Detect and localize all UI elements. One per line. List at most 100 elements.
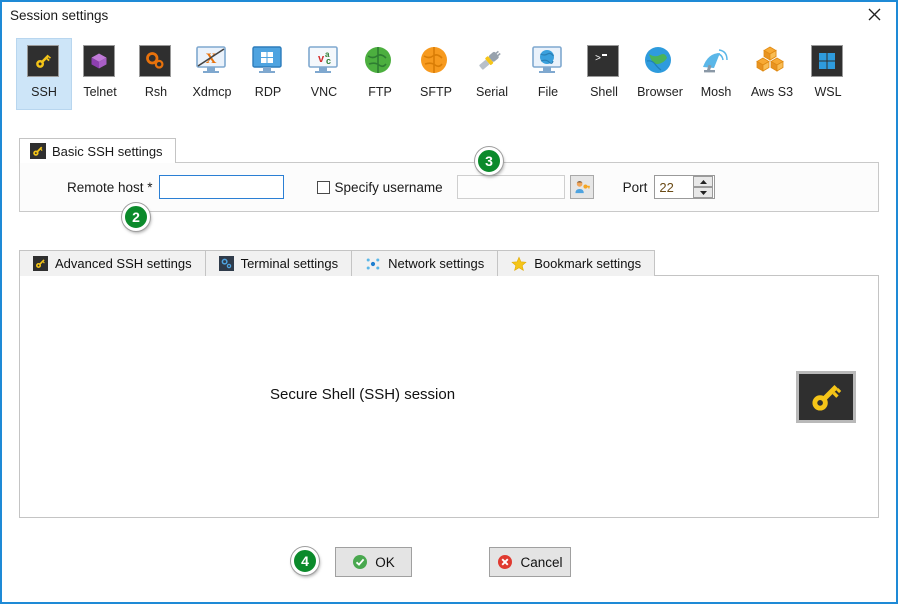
ftp-globe-icon: [363, 45, 397, 79]
caret-up-icon: [699, 179, 707, 184]
tab-label: Bookmark settings: [534, 256, 642, 271]
specify-username-label: Specify username: [334, 179, 443, 195]
protocol-label: VNC: [310, 85, 338, 99]
tab-label: Terminal settings: [240, 256, 339, 271]
title-bar: Session settings: [2, 2, 896, 28]
basic-settings-body: Remote host * Specify username Port 22: [19, 162, 879, 212]
protocol-toolbar: SSH Telnet Rsh X Xdmcp RDP v a c VNC FTP…: [16, 38, 886, 110]
tab-label: Network settings: [388, 256, 485, 271]
protocol-xdmcp[interactable]: X Xdmcp: [184, 38, 240, 110]
cancel-label: Cancel: [520, 554, 563, 570]
window-title: Session settings: [10, 7, 109, 23]
ssh-key-icon: [33, 256, 48, 271]
user-key-icon: [575, 180, 590, 193]
username-input[interactable]: [456, 175, 565, 199]
ssh-key-icon: [27, 45, 61, 79]
protocol-label: Serial: [476, 85, 508, 99]
protocol-serial[interactable]: Serial: [464, 38, 520, 110]
protocol-label: RDP: [254, 85, 282, 99]
port-stepper[interactable]: 22: [654, 175, 716, 199]
protocol-file[interactable]: File: [520, 38, 576, 110]
close-button[interactable]: [852, 2, 896, 26]
protocol-ftp[interactable]: FTP: [352, 38, 408, 110]
tab-advanced-ssh-settings[interactable]: Advanced SSH settings: [19, 250, 206, 276]
network-dots-icon: [365, 256, 381, 272]
protocol-browser[interactable]: Browser: [632, 38, 688, 110]
protocol-label: SFTP: [420, 85, 452, 99]
annotation-badge-3: 3: [475, 147, 503, 175]
protocol-label: Rsh: [144, 85, 168, 99]
tab-terminal-settings[interactable]: Terminal settings: [204, 250, 353, 276]
protocol-label: Shell: [590, 85, 618, 99]
svg-text:c: c: [326, 56, 331, 66]
protocol-ssh[interactable]: SSH: [16, 38, 72, 110]
panel-description: Secure Shell (SSH) session: [270, 386, 456, 403]
tab-bookmark-settings[interactable]: Bookmark settings: [497, 250, 656, 276]
aws-s3-cubes-icon: [755, 45, 789, 79]
ssh-key-icon: [30, 143, 46, 159]
protocol-mosh[interactable]: Mosh: [688, 38, 744, 110]
protocol-rdp[interactable]: RDP: [240, 38, 296, 110]
ssh-key-large-icon: [796, 371, 856, 423]
cancel-button[interactable]: Cancel: [489, 547, 571, 577]
protocol-sftp[interactable]: SFTP: [408, 38, 464, 110]
serial-plug-icon: [475, 45, 509, 79]
protocol-label: FTP: [368, 85, 392, 99]
xdmcp-monitor-icon: X: [195, 45, 229, 79]
annotation-badge-4: 4: [291, 547, 319, 575]
annotation-badge-2: 2: [122, 203, 150, 231]
protocol-shell[interactable]: > Shell: [576, 38, 632, 110]
basic-settings-group: Basic SSH settings Remote host * Specify…: [19, 138, 879, 212]
tab-network-settings[interactable]: Network settings: [351, 250, 499, 276]
session-settings-window: Session settings SSH Telnet Rsh X Xdmcp …: [0, 0, 898, 604]
close-icon: [868, 8, 880, 20]
port-decrement-button[interactable]: [693, 187, 714, 198]
check-circle-icon: [353, 555, 368, 569]
file-monitor-icon: [531, 45, 565, 79]
port-increment-button[interactable]: [693, 176, 714, 187]
ok-label: OK: [375, 554, 395, 570]
shell-prompt-icon: >: [587, 45, 621, 79]
protocol-aws-s3[interactable]: Aws S3: [744, 38, 800, 110]
protocol-wsl[interactable]: WSL: [800, 38, 856, 110]
tab-basic-ssh-settings[interactable]: Basic SSH settings: [19, 138, 176, 163]
star-icon: [511, 255, 527, 272]
session-content-panel: Secure Shell (SSH) session: [19, 275, 879, 518]
telnet-cube-icon: [83, 45, 117, 79]
x-circle-icon: [498, 555, 513, 569]
remote-host-input[interactable]: [158, 175, 284, 199]
tab-label: Basic SSH settings: [52, 143, 163, 159]
protocol-label: Aws S3: [750, 85, 794, 99]
browser-globe-icon: [643, 45, 677, 79]
protocol-label: Telnet: [83, 85, 117, 99]
select-user-button[interactable]: [569, 175, 594, 199]
sftp-globe-icon: [419, 45, 453, 79]
mosh-satellite-icon: [699, 45, 733, 79]
protocol-rsh[interactable]: Rsh: [128, 38, 184, 110]
ok-button[interactable]: OK: [335, 547, 412, 577]
terminal-icon: [218, 256, 234, 271]
protocol-label: WSL: [814, 85, 842, 99]
remote-host-label: Remote host *: [67, 179, 153, 195]
protocol-label: File: [537, 85, 559, 99]
tab-label: Advanced SSH settings: [55, 256, 192, 271]
caret-down-icon: [699, 190, 707, 195]
port-value[interactable]: 22: [655, 180, 693, 195]
protocol-label: SSH: [31, 85, 57, 99]
dialog-footer: OK Cancel: [2, 542, 896, 586]
svg-text:v: v: [318, 53, 325, 65]
protocol-telnet[interactable]: Telnet: [72, 38, 128, 110]
protocol-label: Browser: [637, 85, 683, 99]
svg-text:X: X: [206, 51, 217, 67]
specify-username-checkbox[interactable]: [316, 180, 330, 194]
port-label: Port: [622, 179, 648, 195]
protocol-label: Xdmcp: [192, 85, 232, 99]
rsh-gears-icon: [139, 45, 173, 79]
port-spinner-buttons: [693, 176, 714, 198]
settings-sub-tabs: Advanced SSH settings Terminal settings: [19, 250, 656, 276]
protocol-label: Mosh: [700, 85, 732, 99]
specify-username-checkbox-row[interactable]: Specify username: [316, 179, 443, 195]
rdp-windows-icon: [251, 45, 285, 79]
protocol-vnc[interactable]: v a c VNC: [296, 38, 352, 110]
vnc-monitor-icon: v a c: [307, 45, 341, 79]
